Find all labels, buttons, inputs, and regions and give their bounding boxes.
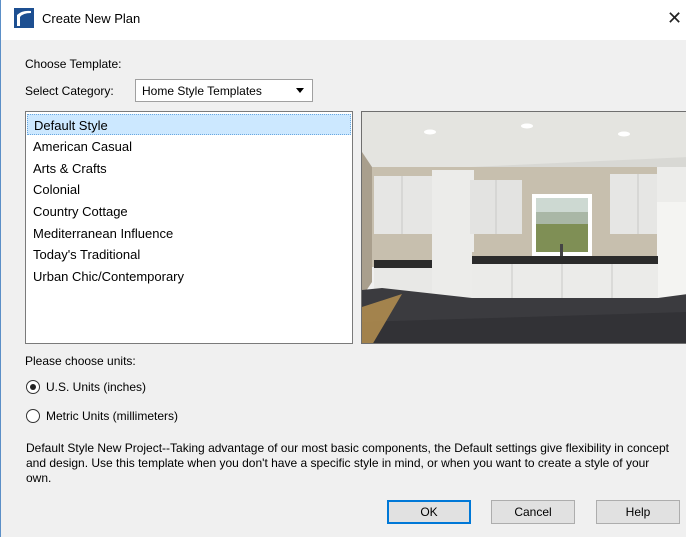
list-item-colonial[interactable]: Colonial: [27, 179, 351, 200]
us-units-label[interactable]: U.S. Units (inches): [46, 380, 146, 394]
category-dropdown[interactable]: Home Style Templates: [135, 79, 313, 102]
list-item-country-cottage[interactable]: Country Cottage: [27, 201, 351, 222]
list-item-arts-crafts[interactable]: Arts & Crafts: [27, 158, 351, 179]
category-dropdown-value: Home Style Templates: [142, 84, 262, 98]
radio-us-units[interactable]: [26, 380, 40, 394]
choose-template-heading: Choose Template:: [25, 57, 122, 71]
template-preview-image: [361, 111, 686, 344]
radio-selected-dot: [30, 384, 36, 390]
close-icon[interactable]: ✕: [667, 6, 686, 30]
list-item-american-casual[interactable]: American Casual: [27, 136, 351, 157]
list-item-mediterranean-influence[interactable]: Mediterranean Influence: [27, 223, 351, 244]
radio-metric-units[interactable]: [26, 409, 40, 423]
cancel-button[interactable]: Cancel: [491, 500, 575, 524]
template-description: Default Style New Project--Taking advant…: [26, 441, 669, 485]
list-item-default-style[interactable]: Default Style: [27, 114, 351, 135]
template-list[interactable]: Default Style American Casual Arts & Cra…: [25, 111, 353, 344]
app-logo-icon: [14, 8, 34, 28]
create-new-plan-dialog: Create New Plan ✕ Choose Template: Selec…: [0, 0, 686, 537]
help-button[interactable]: Help: [596, 500, 680, 524]
window-title: Create New Plan: [42, 11, 141, 26]
list-item-todays-traditional[interactable]: Today's Traditional: [27, 244, 351, 265]
metric-units-label[interactable]: Metric Units (millimeters): [46, 409, 178, 423]
select-category-label: Select Category:: [25, 84, 114, 98]
units-heading: Please choose units:: [25, 354, 136, 368]
chevron-down-icon: [296, 88, 304, 93]
list-item-urban-chic-contemporary[interactable]: Urban Chic/Contemporary: [27, 266, 351, 287]
ok-button[interactable]: OK: [387, 500, 471, 524]
title-bar: Create New Plan ✕: [1, 0, 686, 40]
